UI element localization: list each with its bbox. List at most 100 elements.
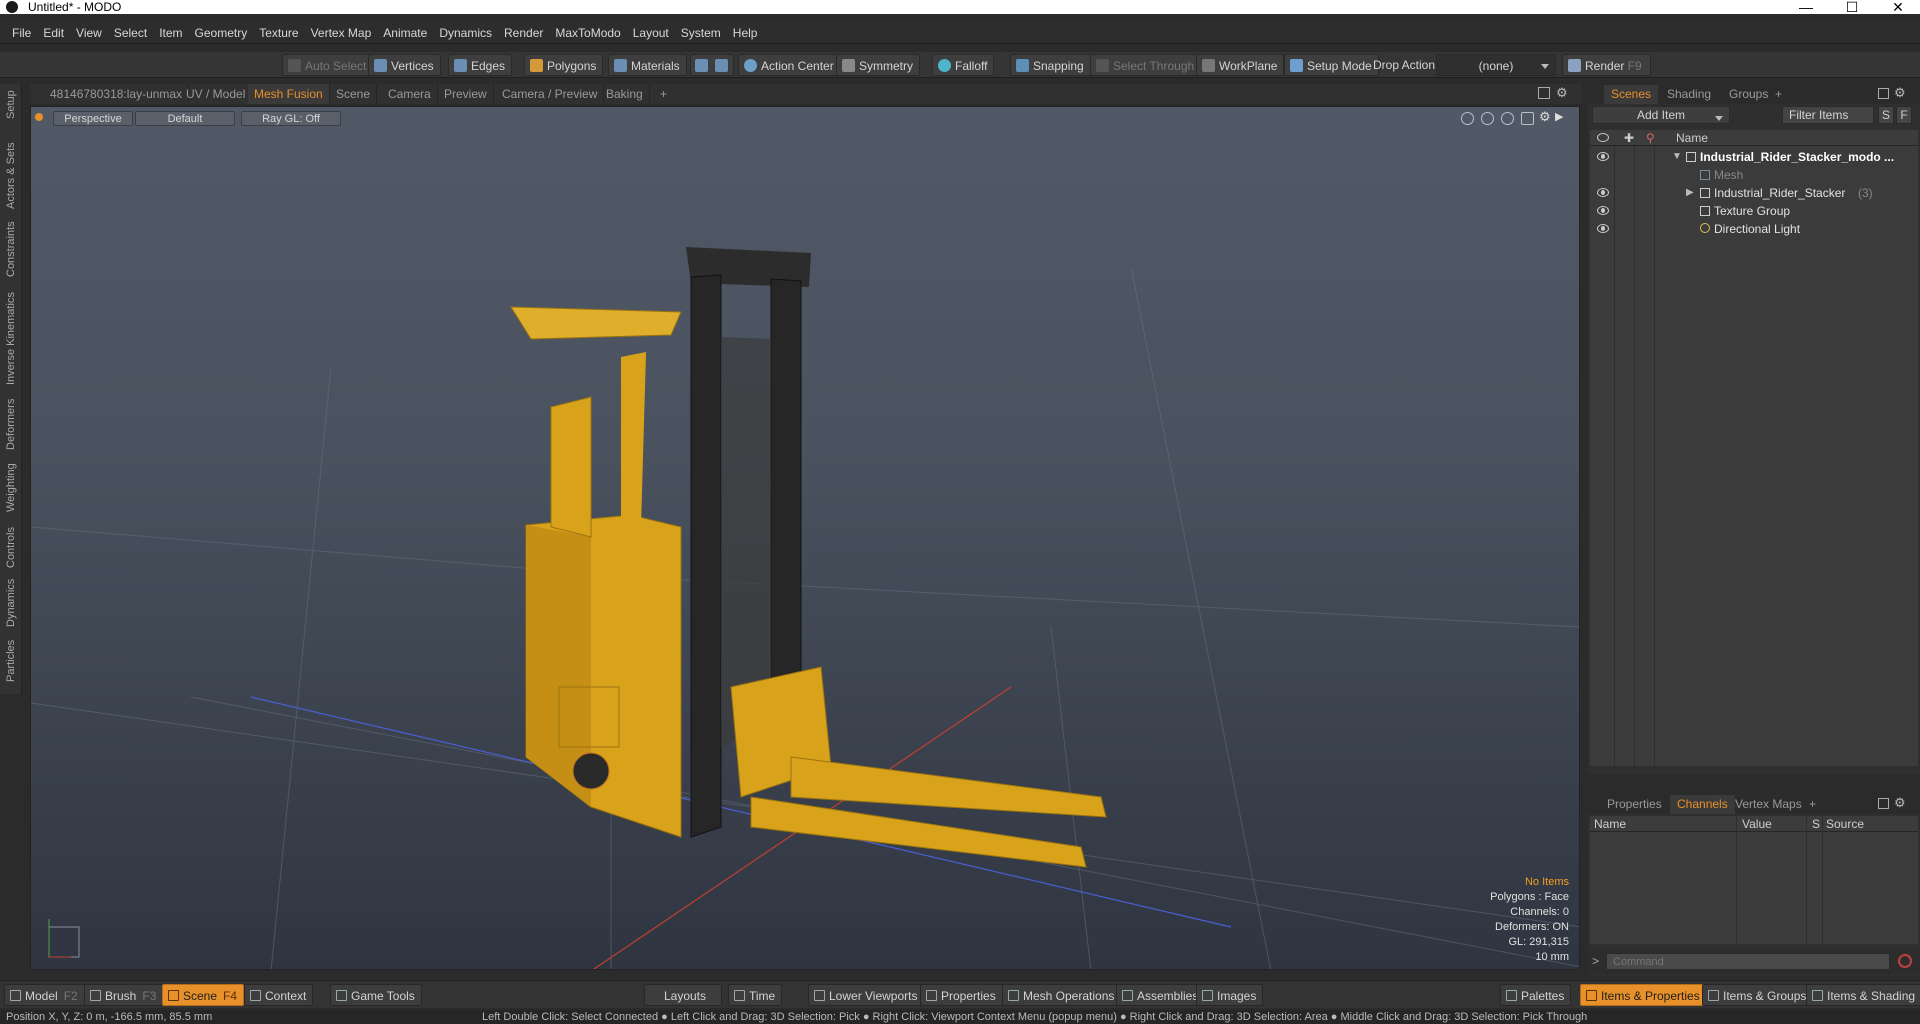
name-column-header[interactable]: Name xyxy=(1676,131,1708,145)
add-item-dropdown[interactable]: Add Item xyxy=(1592,106,1730,124)
layouts-button[interactable]: Layouts xyxy=(644,984,722,1006)
expand-arrow-icon[interactable]: ▶ xyxy=(1686,184,1694,202)
edges-button[interactable]: Edges xyxy=(448,54,513,76)
brush-layout-button[interactable]: Brush F3 xyxy=(84,984,164,1006)
tab-vertex-maps[interactable]: Vertex Maps xyxy=(1728,795,1809,814)
command-input[interactable] xyxy=(1606,953,1890,970)
vtab-inverse-kinematics[interactable]: Inverse Kinematics xyxy=(2,288,20,390)
menu-animate[interactable]: Animate xyxy=(377,22,433,44)
vtab-deformers[interactable]: Deformers xyxy=(2,396,20,452)
panel-maximize-icon[interactable] xyxy=(1878,88,1889,99)
record-icon[interactable] xyxy=(1898,954,1912,968)
game-tools-button[interactable]: Game Tools xyxy=(330,984,422,1006)
tab-properties[interactable]: Properties xyxy=(1600,795,1669,814)
materials-button[interactable]: Materials xyxy=(608,54,687,76)
palettes-button[interactable]: Palettes xyxy=(1500,984,1572,1006)
tab-preview[interactable]: Preview xyxy=(438,84,494,104)
col-value[interactable]: Value xyxy=(1742,817,1772,831)
menu-dynamics[interactable]: Dynamics xyxy=(433,22,498,44)
menu-system[interactable]: System xyxy=(675,22,727,44)
filter-items-input[interactable]: Filter Items xyxy=(1782,106,1874,124)
scene-row-directional-light[interactable]: Directional Light xyxy=(1590,220,1900,238)
menu-select[interactable]: Select xyxy=(108,22,153,44)
maximize-button[interactable]: ☐ xyxy=(1832,0,1872,14)
col-source[interactable]: Source xyxy=(1826,817,1864,831)
viewport-gear-icon[interactable]: ⚙ xyxy=(1556,86,1568,100)
tab-uv-model[interactable]: UV / Model xyxy=(180,84,253,104)
visibility-eye-icon[interactable] xyxy=(1597,206,1609,215)
snapping-button[interactable]: Snapping xyxy=(1010,54,1091,76)
tab-scenes[interactable]: Scenes xyxy=(1604,85,1659,104)
menu-layout[interactable]: Layout xyxy=(627,22,675,44)
vtab-particles[interactable]: Particles xyxy=(2,636,20,686)
menu-help[interactable]: Help xyxy=(727,22,764,44)
collapse-arrow-icon[interactable]: ▼ xyxy=(1672,148,1682,166)
panel-gear-icon[interactable]: ⚙ xyxy=(1894,85,1906,101)
channels-table[interactable]: Name Value S Source xyxy=(1590,816,1918,944)
setup-mode-button[interactable]: Setup Mode xyxy=(1284,54,1379,76)
f-filter-button[interactable]: F xyxy=(1896,106,1912,124)
lower-viewports-button[interactable]: Lower Viewports xyxy=(808,984,925,1006)
menu-vertex-map[interactable]: Vertex Map xyxy=(305,22,378,44)
tab-shading[interactable]: Shading xyxy=(1660,85,1718,104)
col-s[interactable]: S xyxy=(1812,817,1820,831)
selection-modes-button[interactable] xyxy=(690,54,734,76)
render-button[interactable]: Render F9 xyxy=(1562,54,1651,76)
scene-row-stacker[interactable]: ▶ Industrial_Rider_Stacker (3) xyxy=(1590,184,1900,202)
tab-camera-preview[interactable]: Camera / Preview xyxy=(496,84,605,104)
falloff-button[interactable]: Falloff xyxy=(932,54,995,76)
menu-render[interactable]: Render xyxy=(498,22,549,44)
close-button[interactable]: ✕ xyxy=(1878,0,1918,14)
vtab-weighting[interactable]: Weighting xyxy=(2,460,20,516)
scene-row-mesh[interactable]: Mesh xyxy=(1590,166,1900,184)
props-maximize-icon[interactable] xyxy=(1878,798,1889,809)
time-button[interactable]: Time xyxy=(728,984,783,1006)
tab-channels[interactable]: Channels xyxy=(1670,795,1735,814)
items-shading-button[interactable]: Items & Shading xyxy=(1806,984,1920,1006)
menu-item[interactable]: Item xyxy=(153,22,188,44)
tab-mesh-fusion[interactable]: Mesh Fusion xyxy=(248,84,330,104)
vtab-dynamics[interactable]: Dynamics xyxy=(2,578,20,628)
select-through-button[interactable]: Select Through xyxy=(1090,54,1202,76)
workplane-button[interactable]: WorkPlane xyxy=(1196,54,1285,76)
drop-action-select[interactable]: (none) xyxy=(1436,54,1556,76)
tab-lay-unmax[interactable]: 48146780318:lay-unmax xyxy=(44,84,190,104)
menu-maxtomodo[interactable]: MaxToModo xyxy=(549,22,626,44)
mesh-operations-button[interactable]: Mesh Operations xyxy=(1002,984,1122,1006)
menu-geometry[interactable]: Geometry xyxy=(189,22,254,44)
model-layout-button[interactable]: Model F2 xyxy=(4,984,85,1006)
tab-camera[interactable]: Camera xyxy=(382,84,438,104)
menu-texture[interactable]: Texture xyxy=(253,22,304,44)
menu-edit[interactable]: Edit xyxy=(37,22,70,44)
items-properties-button[interactable]: Items & Properties xyxy=(1580,984,1707,1006)
s-filter-button[interactable]: S xyxy=(1878,106,1894,124)
polygons-button[interactable]: Polygons xyxy=(524,54,604,76)
menu-view[interactable]: View xyxy=(70,22,108,44)
vtab-constraints[interactable]: Constraints xyxy=(2,218,20,280)
assemblies-button[interactable]: Assemblies xyxy=(1116,984,1206,1006)
tab-baking[interactable]: Baking xyxy=(600,84,650,104)
props-gear-icon[interactable]: ⚙ xyxy=(1894,795,1906,811)
properties-button[interactable]: Properties xyxy=(920,984,1003,1006)
menu-file[interactable]: File xyxy=(6,22,37,44)
add-props-tab-button[interactable]: + xyxy=(1802,795,1823,814)
auto-select-button[interactable]: Auto Select xyxy=(282,54,374,76)
action-center-button[interactable]: Action Center xyxy=(738,54,841,76)
add-panel-tab-button[interactable]: + xyxy=(1768,85,1789,104)
tab-scene[interactable]: Scene xyxy=(330,84,378,104)
visibility-eye-icon[interactable] xyxy=(1597,152,1609,161)
visibility-eye-icon[interactable] xyxy=(1597,224,1609,233)
context-layout-button[interactable]: Context xyxy=(244,984,314,1006)
items-groups-button[interactable]: Items & Groups xyxy=(1702,984,1814,1006)
3d-viewport[interactable]: Perspective Default Ray GL: Off ⚙ ▶ No I… xyxy=(30,106,1580,970)
scene-row-texture-group[interactable]: Texture Group xyxy=(1590,202,1900,220)
vtab-controls[interactable]: Controls xyxy=(2,524,20,572)
col-name[interactable]: Name xyxy=(1594,817,1626,831)
visibility-eye-icon[interactable] xyxy=(1597,188,1609,197)
scene-layout-button[interactable]: Scene F4 xyxy=(162,984,245,1006)
symmetry-button[interactable]: Symmetry xyxy=(836,54,920,76)
images-button[interactable]: Images xyxy=(1196,984,1264,1006)
vertices-button[interactable]: Vertices xyxy=(368,54,441,76)
lock-column-icon[interactable]: ✚ xyxy=(1624,131,1634,145)
maximize-viewport-icon[interactable] xyxy=(1538,87,1550,99)
